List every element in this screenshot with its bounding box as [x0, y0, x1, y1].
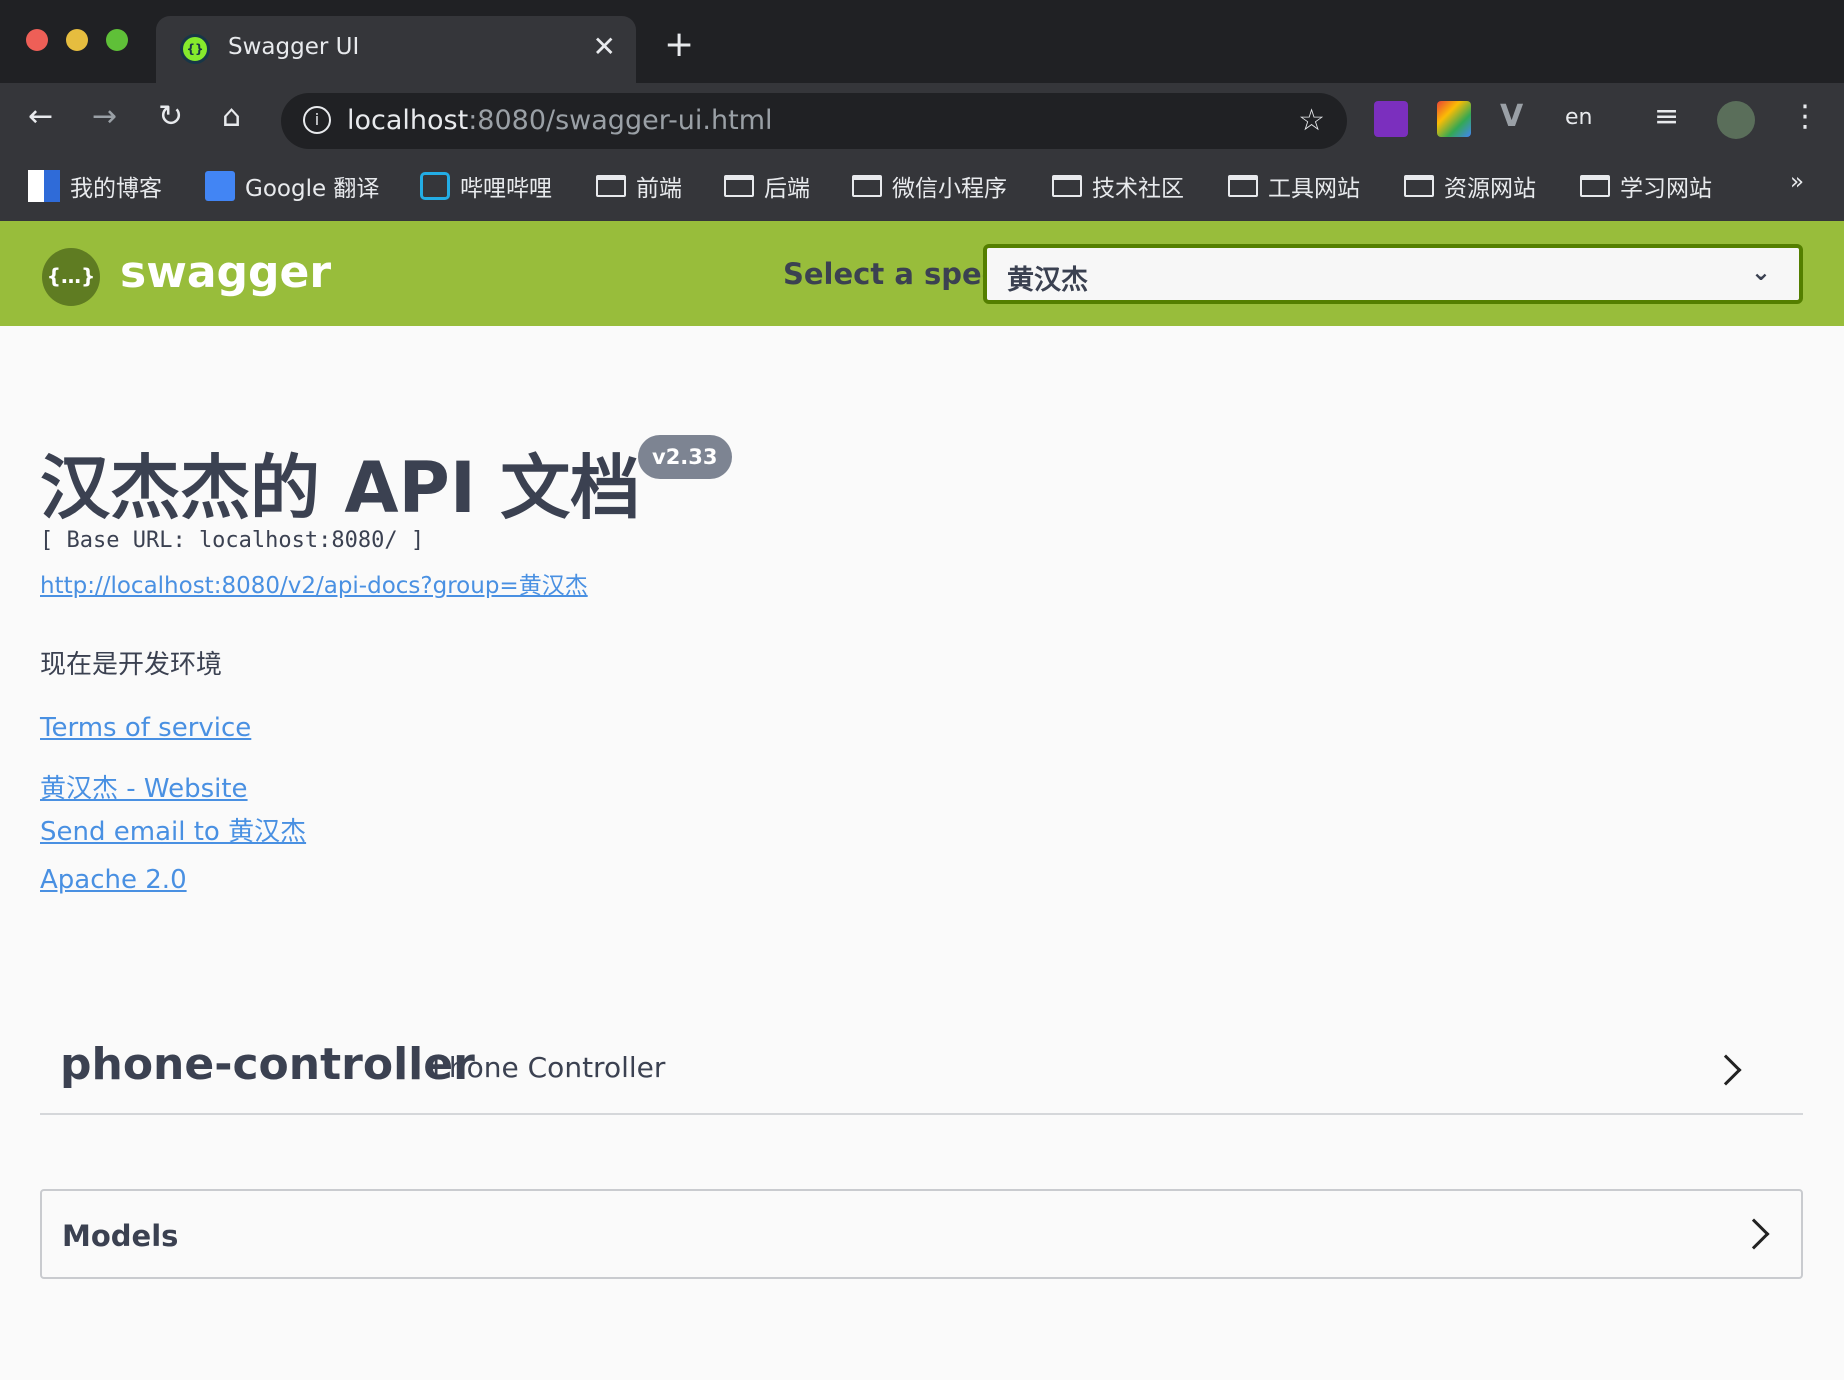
bookmark-item[interactable]: 哔哩哔哩	[420, 169, 552, 203]
swagger-brand[interactable]: swagger	[120, 247, 331, 298]
bookmark-folder[interactable]: 后端	[724, 169, 810, 203]
media-control-icon[interactable]: ≡	[1654, 99, 1679, 134]
folder-icon	[596, 175, 626, 197]
website-link[interactable]: 黄汉杰 - Website	[40, 768, 248, 805]
bookmark-folder[interactable]: 学习网站	[1580, 169, 1712, 203]
bookmarks-bar: 我的博客 Google 翻译 哔哩哔哩 前端 后端 微信小程序 技术社区 工具网…	[0, 155, 1844, 221]
tag-description: Phone Controller	[432, 1051, 666, 1084]
folder-icon	[724, 175, 754, 197]
url-text: localhost:8080/swagger-ui.html	[347, 105, 773, 136]
spec-select[interactable]: 黄汉杰 ⌄	[983, 244, 1803, 304]
folder-icon	[1580, 175, 1610, 197]
home-icon[interactable]: ⌂	[222, 99, 241, 134]
reload-icon[interactable]: ↻	[158, 99, 183, 134]
terms-of-service-link[interactable]: Terms of service	[40, 713, 251, 743]
bookmark-star-icon[interactable]: ☆	[1298, 103, 1325, 138]
close-window-button[interactable]	[26, 29, 48, 51]
browser-tab[interactable]: {} Swagger UI ✕	[156, 16, 636, 83]
models-section[interactable]: Models	[40, 1189, 1803, 1279]
extension-translate-icon[interactable]: en	[1565, 105, 1592, 130]
more-bookmarks-button[interactable]: »	[1790, 169, 1804, 195]
extension-vue-icon[interactable]: V	[1500, 99, 1523, 134]
page-title: 汉杰杰的 API 文档	[40, 447, 641, 529]
menu-kebab-icon[interactable]: ⋮	[1790, 99, 1820, 134]
models-label: Models	[62, 1219, 179, 1253]
version-badge: v2.33	[638, 435, 732, 479]
minimize-window-button[interactable]	[66, 29, 88, 51]
profile-avatar[interactable]	[1717, 101, 1755, 139]
extension-rp-icon[interactable]	[1374, 101, 1408, 137]
api-description: 现在是开发环境	[40, 650, 223, 680]
tab-title: Swagger UI	[228, 34, 360, 60]
email-link[interactable]: Send email to 黄汉杰	[40, 811, 306, 848]
license-link[interactable]: Apache 2.0	[40, 865, 187, 895]
chevron-right-icon[interactable]	[1738, 1218, 1770, 1250]
info-icon[interactable]: i	[303, 106, 331, 134]
folder-icon	[1052, 175, 1082, 197]
folder-icon	[1228, 175, 1258, 197]
select-spec-label: Select a spec	[783, 257, 999, 291]
bookmark-folder[interactable]: 工具网站	[1228, 169, 1360, 203]
swagger-topbar: {…} swagger Select a spec 黄汉杰 ⌄	[0, 221, 1844, 326]
bookmark-folder[interactable]: 资源网站	[1404, 169, 1536, 203]
bilibili-icon	[420, 172, 450, 200]
chevron-right-icon[interactable]	[1710, 1054, 1742, 1086]
address-bar[interactable]: i localhost:8080/swagger-ui.html ☆	[281, 93, 1347, 149]
swagger-favicon-icon: {}	[180, 34, 210, 64]
folder-icon	[1404, 175, 1434, 197]
bookmark-folder[interactable]: 前端	[596, 169, 682, 203]
new-tab-icon[interactable]: +	[664, 24, 694, 65]
folder-icon	[852, 175, 882, 197]
browser-toolbar: ← → ↻ ⌂ i localhost:8080/swagger-ui.html…	[0, 83, 1844, 155]
zoom-window-button[interactable]	[106, 29, 128, 51]
tag-name: phone-controller	[60, 1039, 475, 1090]
tag-section-phone-controller[interactable]: phone-controller Phone Controller	[40, 1025, 1803, 1115]
bookmark-item[interactable]: 我的博客	[28, 169, 162, 203]
bookmark-item[interactable]: Google 翻译	[205, 169, 379, 203]
back-icon[interactable]: ←	[28, 99, 53, 134]
extension-color-icon[interactable]	[1437, 101, 1471, 137]
forward-icon[interactable]: →	[92, 99, 117, 134]
base-url: [ Base URL: localhost:8080/ ]	[40, 528, 425, 553]
spec-json-link[interactable]: http://localhost:8080/v2/api-docs?group=…	[40, 566, 588, 600]
swagger-logo-icon: {…}	[42, 248, 100, 306]
bookmark-folder[interactable]: 微信小程序	[852, 169, 1007, 203]
bookmark-folder[interactable]: 技术社区	[1052, 169, 1184, 203]
blog-icon	[28, 170, 60, 202]
browser-tab-strip: {} Swagger UI ✕ +	[0, 0, 1844, 83]
selected-spec: 黄汉杰	[1007, 265, 1088, 296]
close-tab-icon[interactable]: ✕	[593, 30, 616, 63]
google-translate-icon	[205, 171, 235, 201]
chevron-down-icon: ⌄	[1750, 258, 1771, 286]
